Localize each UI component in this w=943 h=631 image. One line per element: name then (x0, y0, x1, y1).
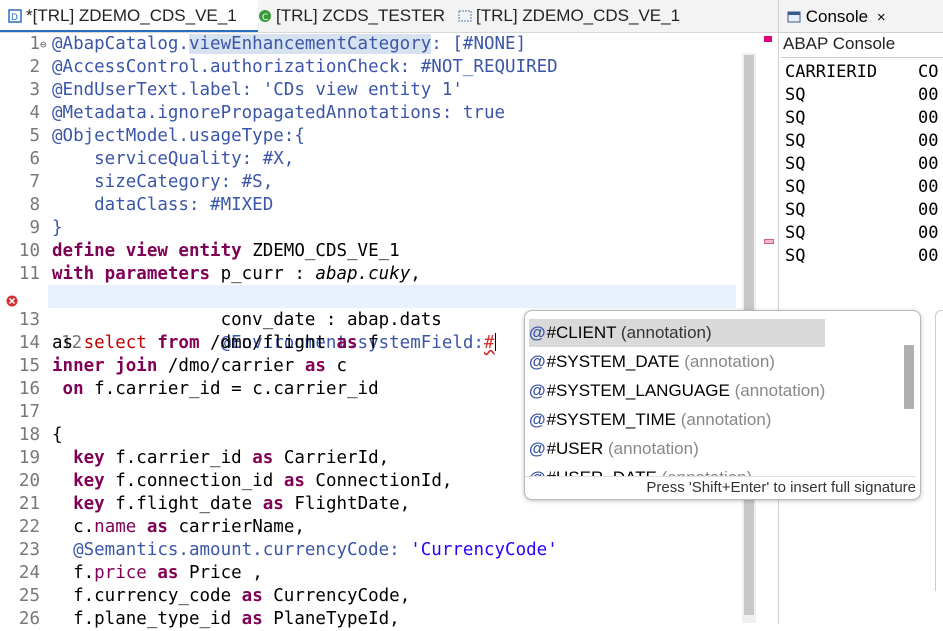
close-icon[interactable]: × (877, 9, 886, 26)
occurrence-marker[interactable] (764, 239, 774, 244)
console-tab[interactable]: Console × (779, 0, 943, 33)
console-icon (787, 2, 801, 36)
suggestion-user-date[interactable]: @#USER_DATE (annotation) (529, 464, 825, 476)
annotation-icon: @ (529, 468, 546, 476)
console-row: SQ 00 (785, 223, 939, 243)
console-row: SQ 00 (785, 246, 939, 266)
console-row: SQ 00 (785, 200, 939, 220)
annotation-icon: @ (529, 352, 546, 371)
console-row: SQ 00 (785, 177, 939, 197)
editor-tab-bar: D *[TRL] ZDEMO_CDS_VE_1 C [TRL] ZCDS_TES… (0, 0, 778, 33)
tab-zdemo-cds-ve-1-preview[interactable]: [TRL] ZDEMO_CDS_VE_1 (458, 0, 680, 32)
popup-scrollbar-thumb[interactable] (904, 345, 914, 409)
console-row: SQ 00 (785, 108, 939, 128)
tab-zdemo-cds-ve-1-editor[interactable]: D *[TRL] ZDEMO_CDS_VE_1 (0, 0, 258, 32)
annotation-icon: @ (529, 439, 546, 458)
suggestion-system-language[interactable]: @#SYSTEM_LANGUAGE (annotation) (529, 377, 825, 405)
fold-icon: ⊖ (40, 38, 47, 51)
class-icon: C (258, 2, 272, 23)
code-line-12: 12 @Environment.systemField:# (0, 286, 496, 353)
suggestion-user[interactable]: @#USER (annotation) (529, 435, 825, 463)
tab-label: [TRL] ZCDS_TESTER (276, 6, 446, 25)
console-title: ABAP Console (783, 34, 896, 53)
current-line-highlight (48, 285, 736, 308)
error-marker[interactable] (764, 36, 772, 42)
svg-text:C: C (262, 13, 268, 23)
suggestion-system-time[interactable]: @#SYSTEM_TIME (annotation) (529, 406, 825, 434)
console-row: SQ 00 (785, 154, 939, 174)
adjacent-popup-edge (935, 310, 943, 591)
console-row: SQ 00 (785, 85, 939, 105)
cds-file-icon: D (8, 2, 22, 23)
tab-label: [TRL] ZDEMO_CDS_VE_1 (476, 6, 681, 25)
svg-text:D: D (11, 13, 18, 23)
data-preview-icon (458, 2, 472, 22)
popup-hint: Press 'Shift+Enter' to insert full signa… (525, 476, 916, 499)
text-cursor (494, 333, 496, 351)
console-tab-label: Console (805, 7, 869, 26)
suggestion-system-date[interactable]: @#SYSTEM_DATE (annotation) (529, 348, 825, 376)
annotation-icon: @ (529, 410, 546, 429)
annotation-icon: @ (529, 381, 546, 400)
console-row: SQ 00 (785, 131, 939, 151)
annotation-icon: @ (529, 323, 546, 342)
console-header-row: CARRIERID CO (785, 62, 939, 82)
suggestion-client[interactable]: @#CLIENT (annotation) (529, 319, 825, 347)
console-output[interactable]: CARRIERID CO SQ 00 SQ 00 SQ 00 SQ 00 SQ … (781, 57, 943, 298)
tab-label: *[TRL] ZDEMO_CDS_VE_1 (26, 6, 237, 25)
tab-zcds-tester[interactable]: C [TRL] ZCDS_TESTER (258, 0, 445, 32)
content-assist-popup: @#CLIENT (annotation) @#SYSTEM_DATE (ann… (524, 310, 921, 500)
